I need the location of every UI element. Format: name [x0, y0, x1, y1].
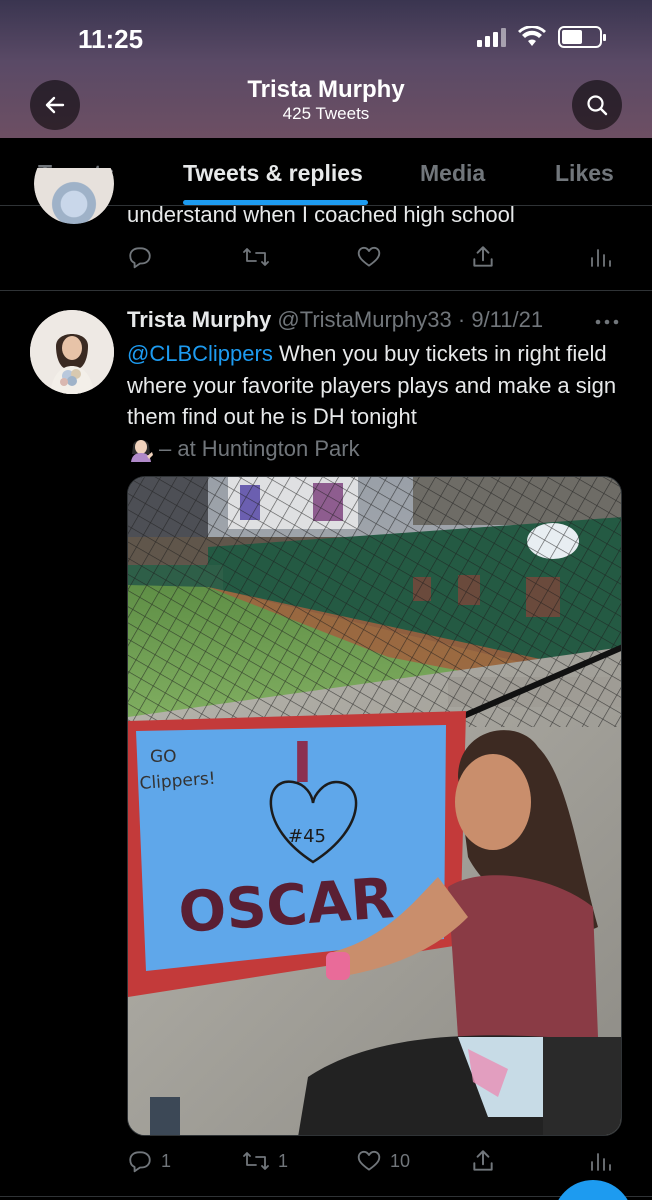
separator-dot: ·: [457, 307, 466, 332]
profile-photo: [30, 310, 114, 394]
reply-count: 1: [161, 1150, 172, 1171]
tab-tweets-and-replies[interactable]: Tweets & replies: [183, 160, 363, 187]
tweet-header: Trista Murphy @TristaMurphy33 · 9/11/21: [127, 307, 543, 333]
tweet-text: @CLBClippers When you buy tickets in rig…: [127, 338, 622, 464]
share-icon: [473, 1150, 493, 1171]
profile-header: 11:25 Trista Murphy 425 Tweets: [0, 0, 652, 138]
share-icon: [473, 246, 493, 267]
author-handle[interactable]: @TristaMurphy33: [277, 307, 451, 332]
heart-icon: [357, 246, 381, 267]
sign-text-go: GO: [150, 747, 177, 767]
retweet-button[interactable]: [242, 244, 270, 270]
analytics-icon: [591, 249, 611, 267]
share-button[interactable]: [470, 1148, 496, 1174]
like-count: 10: [390, 1150, 411, 1171]
location-line: – at Huntington Park: [127, 436, 360, 462]
retweet-count: 1: [278, 1150, 289, 1171]
avatar[interactable]: [34, 168, 114, 224]
status-time: 11:25: [78, 24, 144, 54]
like-button[interactable]: 10: [356, 1148, 410, 1174]
reply-button[interactable]: 1: [127, 1148, 171, 1174]
tweet-divider: [0, 290, 652, 291]
analytics-button[interactable]: [589, 1148, 611, 1174]
mention-link[interactable]: @CLBClippers: [127, 341, 273, 366]
tweet-actions: [127, 244, 617, 274]
analytics-button[interactable]: [589, 244, 611, 270]
tab-likes[interactable]: Likes: [555, 160, 614, 187]
analytics-icon: [591, 1153, 611, 1171]
search-button[interactable]: [572, 80, 622, 130]
share-button[interactable]: [470, 244, 496, 270]
more-options-icon[interactable]: [594, 318, 620, 326]
reply-icon: [129, 1151, 151, 1173]
compose-tweet-button[interactable]: [553, 1180, 633, 1200]
location-link[interactable]: – at Huntington Park: [159, 436, 360, 461]
profile-name: Trista Murphy: [247, 76, 405, 103]
status-icons: [477, 26, 606, 48]
author-name[interactable]: Trista Murphy: [127, 307, 271, 332]
search-icon: [587, 95, 608, 116]
tweet-count: 425 Tweets: [282, 104, 370, 123]
retweet-button[interactable]: 1: [242, 1148, 288, 1174]
wifi-icon: [518, 26, 546, 46]
tweet-actions: 1 1 10: [127, 1148, 617, 1178]
reply-icon: [129, 247, 151, 269]
tweet-date[interactable]: 9/11/21: [471, 307, 543, 332]
retweet-icon: [243, 248, 269, 266]
retweet-icon: [243, 1152, 269, 1170]
battery-icon: [558, 26, 606, 48]
sign-text-number: #45: [288, 826, 326, 847]
avatar[interactable]: [30, 310, 114, 394]
signal-icon: [477, 27, 506, 47]
tweet-photo[interactable]: GO Clippers! I #45 OSCAR: [127, 476, 622, 1136]
reply-button[interactable]: [127, 244, 153, 270]
tweet-text: understand when I coached high school: [127, 202, 515, 227]
like-button[interactable]: [356, 244, 382, 270]
woman-tipping-hand-emoji-icon: [131, 439, 153, 462]
tweet-divider: [0, 1196, 652, 1197]
tab-media[interactable]: Media: [420, 160, 485, 187]
heart-icon: [357, 1150, 381, 1171]
